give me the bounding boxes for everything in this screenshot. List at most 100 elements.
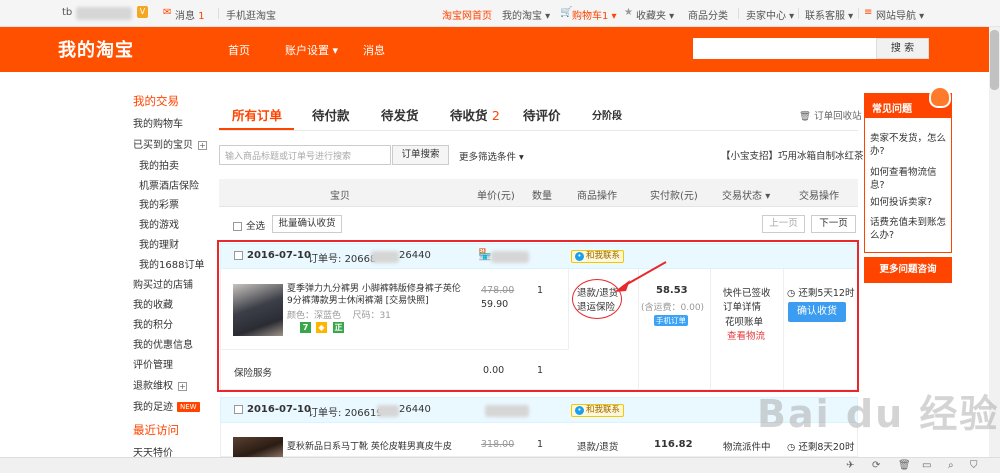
expand-icon[interactable]: +	[178, 381, 187, 391]
header: 我的淘宝 首页 账户设置 ▾ 消息 搜 索	[0, 27, 1000, 72]
select-all[interactable]: 全选	[233, 218, 265, 232]
tab-all-orders[interactable]: 所有订单	[232, 105, 282, 124]
star-icon: ★	[624, 7, 633, 18]
faq-question-complaint[interactable]: 如何投诉卖家?	[870, 196, 950, 209]
sidebar-sub-travel[interactable]: 机票酒店保险	[139, 177, 199, 192]
watermark: Bai du 经验	[757, 392, 1000, 436]
faq-question-not-shipping[interactable]: 卖家不发货，怎么办?	[870, 132, 950, 158]
order-checkbox[interactable]	[234, 404, 243, 414]
original-price: 318.00	[481, 439, 515, 450]
col-paid: 实付款(元)	[650, 191, 698, 202]
highlight-box	[217, 240, 859, 392]
order-number-blurred	[377, 405, 399, 417]
search-icon[interactable]: ⌕	[948, 460, 954, 471]
sidebar-heading-my-trades[interactable]: 我的交易	[133, 93, 179, 109]
chevron-down-icon: ▾	[765, 191, 771, 202]
refresh-icon[interactable]: ⟳	[872, 460, 880, 471]
faq-panel: 常见问题 卖家不发货，怎么办? 如何查看物流信息? 如何投诉卖家? 话费充值未到…	[864, 86, 952, 253]
faq-question-logistics[interactable]: 如何查看物流信息?	[870, 166, 950, 192]
nav-messages[interactable]: 消息	[363, 42, 385, 58]
sidebar-sub-finance[interactable]: 我的理财	[139, 236, 179, 251]
my-taobao-link[interactable]: 我的淘宝 ▾	[502, 7, 550, 22]
nav-account-settings[interactable]: 账户设置 ▾	[285, 42, 338, 58]
sidebar-sub-1688[interactable]: 我的1688订单	[139, 256, 204, 271]
sidebar-item-shops[interactable]: 购买过的店铺	[133, 276, 193, 291]
cart-link[interactable]: 购物车1 ▾	[572, 7, 617, 22]
column-header: 宝贝 单价(元) 数量 商品操作 实付款(元) 交易状态 ▾ 交易操作	[219, 179, 858, 207]
order-number-suffix: 26440	[399, 404, 431, 415]
cart-icon: 🛒	[560, 7, 573, 18]
recycle-bin-link[interactable]: 🗑 订单回收站	[799, 108, 862, 122]
top-bar: tb V ✉ 消息 1 手机逛淘宝 淘宝网首页 我的淘宝 ▾ 🛒 购物车1 ▾ …	[0, 0, 1000, 27]
sidebar-sub-games[interactable]: 我的游戏	[139, 216, 179, 231]
sidebar-item-bought[interactable]: 已买到的宝贝 +	[133, 136, 207, 151]
window-icon[interactable]: ▭	[922, 460, 931, 471]
faq-question-topup[interactable]: 话费充值未到账怎么办?	[870, 216, 950, 242]
countdown: ◷ 还剩8天20时	[787, 442, 855, 453]
nav-home[interactable]: 首页	[228, 42, 250, 58]
more-filters-link[interactable]: 更多筛选条件 ▾	[459, 149, 524, 163]
messages-link[interactable]: 消息 1	[175, 7, 205, 22]
categories-link[interactable]: 商品分类	[688, 7, 728, 22]
trash-icon: 🗑	[799, 111, 812, 122]
sidebar-item-refunds[interactable]: 退款维权 +	[133, 377, 187, 392]
search-button[interactable]: 搜 索	[876, 38, 929, 59]
status-delivering: 物流派件中	[723, 442, 771, 453]
tabs-divider	[219, 130, 858, 131]
tab-staged[interactable]: 分阶段	[592, 107, 622, 122]
sidebar-sub-auction[interactable]: 我的拍卖	[139, 157, 179, 172]
scrollbar-thumb[interactable]	[990, 30, 999, 90]
taobao-home-link[interactable]: 淘宝网首页	[442, 7, 492, 22]
seller-center-link[interactable]: 卖家中心 ▾	[746, 7, 794, 22]
tab-pending-payment[interactable]: 待付款	[312, 105, 350, 124]
username-blurred	[76, 7, 132, 20]
divider	[738, 8, 739, 19]
favorites-link[interactable]: 收藏夹 ▾	[636, 7, 674, 22]
product-image[interactable]	[233, 437, 283, 457]
sidebar-item-favorites[interactable]: 我的收藏	[133, 296, 173, 311]
logo[interactable]: 我的淘宝	[58, 36, 134, 62]
site-nav-link[interactable]: 网站导航 ▾	[876, 7, 924, 22]
tab-pending-receipt[interactable]: 待收货 2	[450, 105, 500, 124]
sidebar-heading-recent[interactable]: 最近访问	[133, 422, 179, 438]
tab-pending-review[interactable]: 待评价	[523, 105, 561, 124]
col-trade-actions: 交易操作	[799, 191, 839, 202]
status-bar: ✈ ⟳ 🗑 ▭ ⌕ ⛉	[0, 457, 1000, 473]
pin-icon[interactable]: ✈	[846, 460, 854, 471]
sidebar-sub-lottery[interactable]: 我的彩票	[139, 196, 179, 211]
prev-page-button[interactable]: 上一页	[762, 215, 805, 233]
customer-service-link[interactable]: 联系客服 ▾	[805, 7, 853, 22]
order-number: 订单号: 206619	[308, 408, 383, 419]
next-page-button[interactable]: 下一页	[811, 215, 856, 233]
mascot-icon	[929, 86, 951, 108]
sidebar-item-cart[interactable]: 我的购物车	[133, 115, 183, 130]
username[interactable]: tb	[62, 7, 72, 18]
tab-pending-shipment[interactable]: 待发货	[381, 105, 419, 124]
sidebar-item-coupons[interactable]: 我的优惠信息	[133, 336, 193, 351]
sidebar-item-footprints[interactable]: 我的足迹 NEW	[133, 398, 200, 413]
select-all-checkbox[interactable]	[233, 222, 242, 231]
chat-icon: •	[575, 406, 584, 415]
order-search-button[interactable]: 订单搜索	[392, 145, 449, 165]
bulk-confirm-button[interactable]: 批量确认收货	[272, 215, 342, 233]
sidebar-item-reviews[interactable]: 评价管理	[133, 356, 173, 371]
quantity: 1	[537, 439, 544, 450]
shop-name-blurred[interactable]	[485, 405, 529, 417]
refund-link[interactable]: 退款/退货	[577, 439, 618, 453]
search-input[interactable]	[693, 38, 876, 59]
order-search-input[interactable]: 输入商品标题或订单号进行搜索	[219, 145, 391, 165]
sidebar-item-points[interactable]: 我的积分	[133, 316, 173, 331]
divider	[218, 8, 219, 19]
contact-seller-button[interactable]: • 和我联系	[571, 404, 625, 417]
faq-more-button[interactable]: 更多问题咨询	[864, 257, 952, 283]
trash-icon[interactable]: 🗑	[898, 460, 911, 471]
col-unit-price: 单价(元)	[477, 191, 515, 202]
col-item: 宝贝	[330, 191, 350, 202]
shield-icon[interactable]: ⛉	[970, 460, 978, 471]
paid-amount: 116.82	[654, 439, 693, 450]
promo-link[interactable]: 【小宝支招】巧用冰箱自制冰红茶	[721, 148, 864, 162]
col-status[interactable]: 交易状态 ▾	[722, 187, 770, 202]
expand-icon[interactable]: +	[198, 140, 207, 150]
mobile-taobao-link[interactable]: 手机逛淘宝	[226, 7, 276, 22]
product-title-link[interactable]: 夏秋新品日系马丁靴 英伦皮鞋男真皮牛皮	[287, 439, 487, 452]
